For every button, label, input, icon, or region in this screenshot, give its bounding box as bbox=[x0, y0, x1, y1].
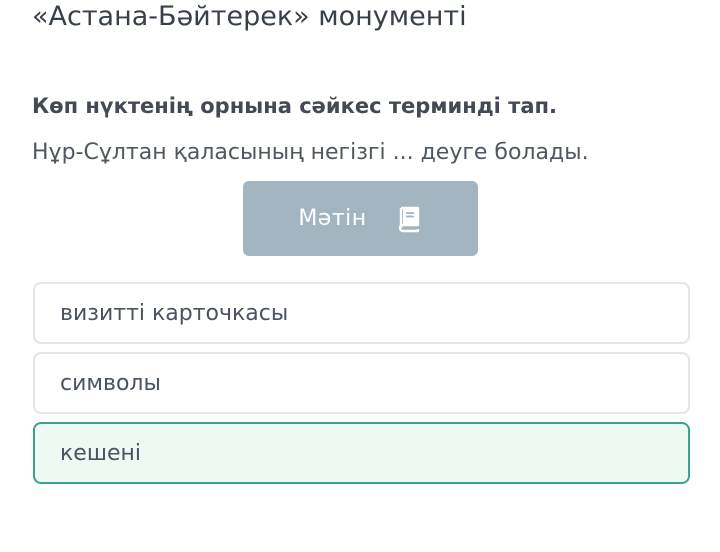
answer-option[interactable]: символы bbox=[33, 352, 690, 414]
answer-option[interactable]: визитті карточкасы bbox=[33, 282, 690, 344]
book-icon bbox=[393, 204, 423, 234]
question-text: Нұр-Сұлтан қаласының негізгі ... деуге б… bbox=[32, 140, 589, 165]
show-text-button[interactable]: Мәтін bbox=[243, 181, 478, 256]
page-title: «Астана-Бәйтерек» монументі bbox=[32, 1, 467, 32]
answer-option-label: символы bbox=[60, 370, 161, 396]
show-text-button-label: Мәтін bbox=[298, 206, 367, 231]
task-instruction: Көп нүктенің орнына сәйкес терминді тап. bbox=[32, 94, 557, 118]
answer-option-label: кешені bbox=[60, 440, 141, 466]
answer-option-selected[interactable]: кешені bbox=[33, 422, 690, 484]
answer-option-label: визитті карточкасы bbox=[60, 300, 289, 326]
